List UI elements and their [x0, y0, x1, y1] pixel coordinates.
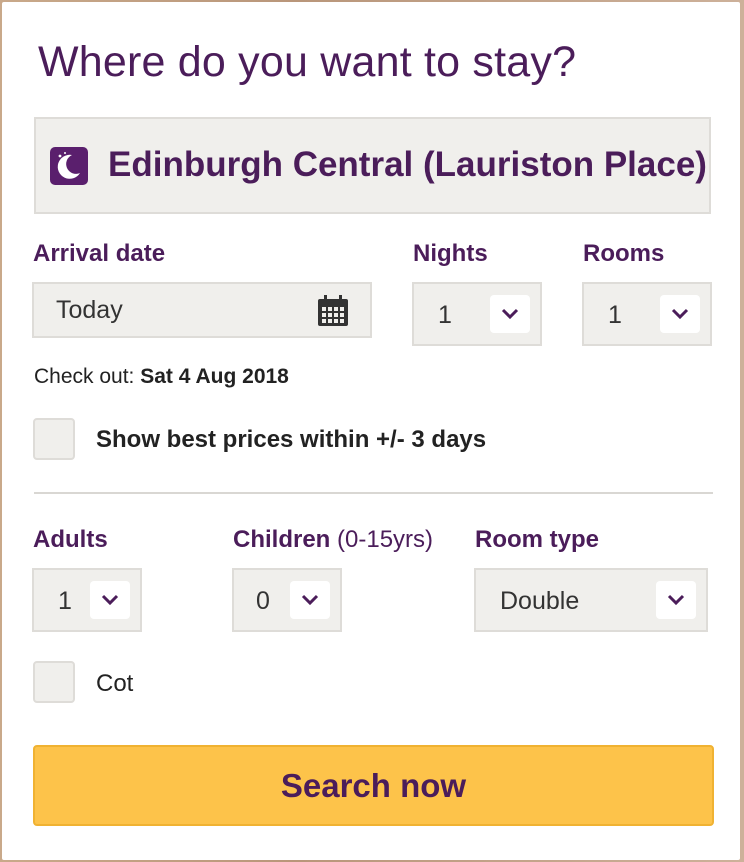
cot-label[interactable]: Cot — [96, 670, 133, 698]
children-select[interactable]: 0 — [232, 568, 342, 632]
adults-value: 1 — [58, 587, 72, 615]
adults-select[interactable]: 1 — [32, 568, 142, 632]
room-type-label: Room type — [475, 526, 600, 553]
children-age-range: (0-15yrs) — [337, 526, 434, 553]
rooms-value: 1 — [608, 301, 622, 329]
moon-icon — [50, 147, 88, 185]
checkout-info: Check out: Sat 4 Aug 2018 — [34, 365, 289, 389]
nights-label: Nights — [413, 240, 488, 267]
chevron-down-icon[interactable] — [490, 295, 530, 333]
chevron-down-icon[interactable] — [660, 295, 700, 333]
flexible-dates-checkbox[interactable] — [33, 418, 75, 460]
search-button[interactable]: Search now — [33, 745, 714, 826]
chevron-down-icon[interactable] — [90, 581, 130, 619]
arrival-date-input[interactable]: Today — [32, 282, 372, 338]
nights-select[interactable]: 1 — [412, 282, 542, 346]
chevron-down-icon[interactable] — [290, 581, 330, 619]
arrival-date-label: Arrival date — [33, 240, 166, 267]
checkout-date: Sat 4 Aug 2018 — [140, 365, 289, 388]
children-value: 0 — [256, 587, 270, 615]
chevron-down-icon[interactable] — [656, 581, 696, 619]
flexible-dates-label[interactable]: Show best prices within +/- 3 days — [96, 426, 486, 454]
page-title: Where do you want to stay? — [38, 38, 577, 86]
adults-label: Adults — [33, 526, 108, 553]
rooms-label: Rooms — [583, 240, 665, 267]
destination-value: Edinburgh Central (Lauriston Place) — [108, 145, 707, 184]
nights-value: 1 — [438, 301, 452, 329]
children-label-text: Children — [233, 526, 331, 553]
booking-panel: Where do you want to stay? Edinburgh Cen… — [2, 2, 740, 860]
room-type-value: Double — [500, 587, 580, 615]
divider — [34, 492, 713, 494]
destination-field[interactable]: Edinburgh Central (Lauriston Place) — [34, 117, 711, 214]
arrival-date-value: Today — [56, 296, 123, 324]
checkout-prefix: Check out: — [34, 365, 135, 388]
room-type-select[interactable]: Double — [474, 568, 708, 632]
children-label: Children (0-15yrs) — [233, 526, 433, 554]
cot-checkbox[interactable] — [33, 661, 75, 703]
calendar-icon[interactable] — [316, 294, 350, 333]
rooms-select[interactable]: 1 — [582, 282, 712, 346]
